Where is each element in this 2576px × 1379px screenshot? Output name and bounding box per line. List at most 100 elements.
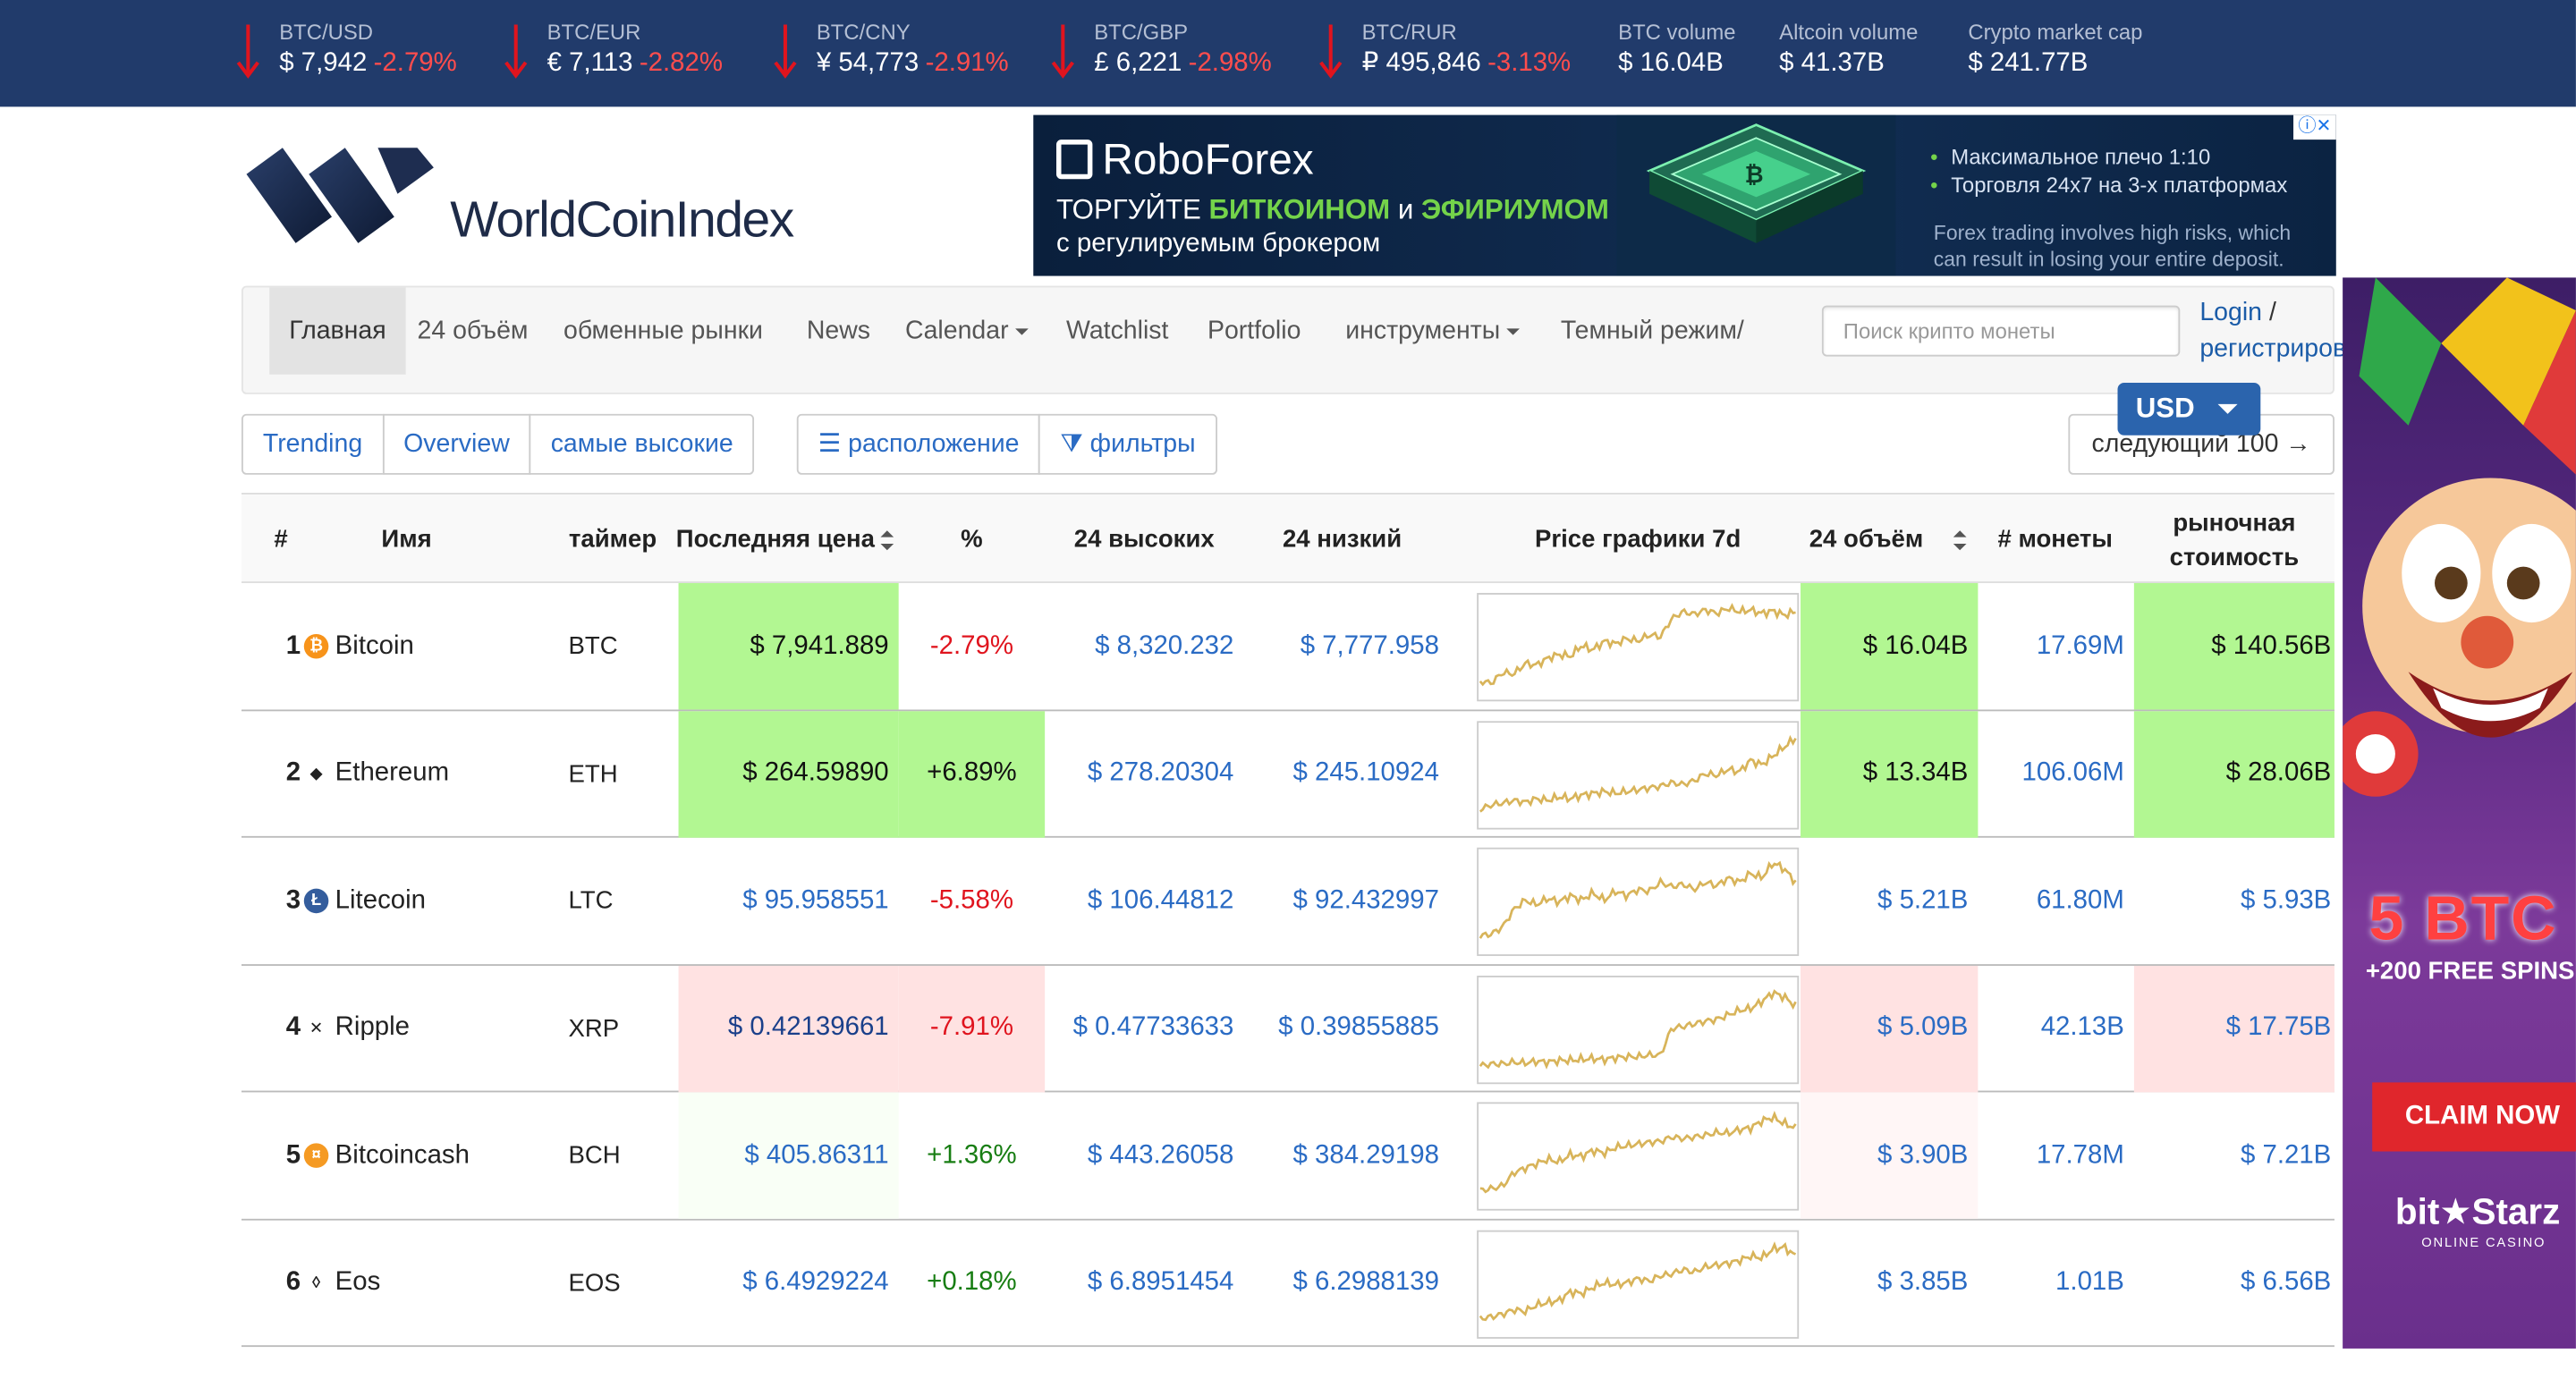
col-low[interactable]: 24 низкий — [1243, 495, 1440, 585]
row-name[interactable]: ✕ Ripple — [301, 965, 547, 1091]
tab-highest[interactable]: самые высокие — [529, 413, 755, 475]
nav-portfolio[interactable]: Portfolio — [1208, 314, 1301, 373]
table-row[interactable]: 2 ◆ Ethereum ETH $ 264.59890 +6.89% $ 278.2030… — [241, 710, 2334, 838]
bitstarz-side-ad[interactable]: 5 BTC +200 FREE SPINS CLAIM NOW bit★Star… — [2343, 277, 2576, 1349]
ticker-price: $ 7,942 — [279, 49, 368, 78]
row-low[interactable]: $ 7,777.958 — [1243, 583, 1449, 709]
row-price[interactable]: $ 264.59890 — [678, 710, 899, 837]
sort-icon — [1953, 529, 1967, 550]
sparkline-line — [1479, 603, 1796, 687]
row-price[interactable]: $ 0.42139661 — [678, 965, 899, 1092]
col-ticker[interactable]: таймер — [558, 495, 666, 585]
row-price[interactable]: $ 405.86311 — [678, 1092, 899, 1219]
mcap-value: $ 140.56B — [2211, 631, 2332, 660]
row-name[interactable]: ¤ Bitcoincash — [301, 1092, 547, 1218]
currency-select[interactable]: USD — [2117, 382, 2261, 436]
row-price[interactable]: $ 95.958551 — [679, 838, 899, 964]
sparkline-chart[interactable] — [1477, 720, 1800, 829]
table-row[interactable]: 4 ✕ Ripple XRP $ 0.42139661 -7.91% $ 0.4773363… — [241, 965, 2334, 1093]
col-market-cap[interactable]: рыночная стоимость — [2134, 495, 2334, 585]
filters-label: фильтры — [1089, 430, 1196, 459]
table-row[interactable]: 3 Ł Litecoin LTC $ 95.958551 -5.58% $ 106.4481… — [241, 838, 2334, 966]
row-high[interactable]: $ 106.44812 — [1045, 838, 1243, 964]
col-volume[interactable]: 24 объём — [1799, 495, 1976, 585]
row-low[interactable]: $ 6.2988139 — [1243, 1220, 1449, 1346]
row-name[interactable]: ₿ Bitcoin — [301, 583, 547, 709]
ad-choices-icon[interactable]: ⓘ✕ — [2293, 114, 2336, 140]
tab-overview[interactable]: Overview — [382, 413, 531, 475]
row-high[interactable]: $ 0.47733633 — [1045, 965, 1243, 1091]
col-name[interactable]: Имя — [320, 495, 493, 585]
filters-button[interactable]: ⧩ фильтры — [1038, 413, 1217, 475]
nav-news[interactable]: News — [807, 314, 870, 373]
row-name[interactable]: ◊ Eos — [301, 1220, 547, 1346]
arrow-down-icon — [1051, 24, 1074, 79]
row-market-cap[interactable]: $ 5.93B — [2134, 838, 2334, 964]
nav-dark-mode[interactable]: Темный режим/ — [1561, 314, 1744, 373]
ticker-item: BTC/CNY ¥ 54,773 -2.91% — [774, 20, 1009, 82]
row-volume[interactable]: $ 3.85B — [1801, 1220, 1978, 1346]
row-volume[interactable]: $ 3.90B — [1801, 1092, 1979, 1219]
sparkline-chart[interactable] — [1477, 1102, 1800, 1211]
row-price[interactable]: $ 7,941.889 — [678, 583, 899, 710]
row-market-cap[interactable]: $ 7.21B — [2134, 1092, 2334, 1218]
row-low[interactable]: $ 384.29198 — [1243, 1092, 1449, 1218]
login-link[interactable]: Login — [2199, 299, 2262, 326]
row-low[interactable]: $ 245.10924 — [1243, 710, 1449, 836]
row-market-cap[interactable]: $ 140.56B — [2133, 583, 2334, 710]
caret-down-icon — [1506, 328, 1521, 335]
nav-home[interactable]: Главная — [269, 287, 406, 375]
row-high[interactable]: $ 443.26058 — [1045, 1092, 1243, 1218]
rank-value: 1 — [285, 631, 301, 660]
row-high[interactable]: $ 278.20304 — [1045, 710, 1243, 836]
logo-mark-icon — [246, 148, 434, 243]
sparkline-chart[interactable] — [1477, 593, 1800, 702]
row-volume[interactable]: $ 5.21B — [1801, 838, 1978, 964]
row-high[interactable]: $ 6.8951454 — [1045, 1220, 1243, 1346]
row-market-cap[interactable]: $ 17.75B — [2133, 965, 2334, 1092]
sparkline-chart[interactable] — [1477, 975, 1800, 1084]
row-high[interactable]: $ 8,320.232 — [1045, 583, 1243, 709]
layout-button[interactable]: ☰ расположение — [796, 413, 1041, 475]
col-percent[interactable]: % — [899, 495, 1045, 585]
nav-watchlist[interactable]: Watchlist — [1066, 314, 1168, 373]
row-volume[interactable]: $ 16.04B — [1801, 583, 1979, 710]
row-market-cap[interactable]: $ 6.56B — [2134, 1220, 2334, 1346]
sparkline-chart[interactable] — [1477, 847, 1800, 956]
nav-tools[interactable]: инструменты — [1345, 314, 1521, 373]
svg-text:₿: ₿ — [1745, 162, 1764, 189]
coin-ticker: ETH — [568, 759, 618, 788]
col-coins[interactable]: # монеты — [1977, 495, 2134, 585]
claim-now-button[interactable]: CLAIM NOW — [2372, 1082, 2576, 1152]
nav-calendar[interactable]: Calendar — [905, 314, 1029, 373]
site-logo[interactable]: WorldCoinIndex — [246, 145, 838, 250]
col-high[interactable]: 24 высоких — [1045, 495, 1243, 585]
sparkline-chart[interactable] — [1477, 1229, 1800, 1338]
nav-volume[interactable]: 24 объём — [418, 314, 529, 373]
row-volume[interactable]: $ 5.09B — [1801, 965, 1979, 1092]
row-low[interactable]: $ 92.432997 — [1243, 838, 1449, 964]
table-row[interactable]: 6 ◊ Eos EOS $ 6.4929224 +0.18% $ 6.8951454 $ 6.… — [241, 1220, 2334, 1348]
col-rank[interactable]: # — [242, 495, 320, 585]
row-market-cap[interactable]: $ 28.06B — [2133, 710, 2334, 837]
roboforex-banner-ad[interactable]: RoboForex ТОРГУЙТЕ БИТКОИНОМ и ЭФИРИУМОМ… — [1033, 114, 2336, 276]
row-name[interactable]: Ł Litecoin — [301, 838, 547, 964]
ad-casino-brand: bit★Starz — [2394, 1190, 2561, 1232]
row-ticker: BTC — [568, 583, 666, 709]
row-rank: 4 — [242, 965, 301, 1091]
search-input[interactable] — [1843, 318, 2159, 343]
row-volume[interactable]: $ 13.34B — [1801, 710, 1979, 837]
row-name[interactable]: ◆ Ethereum — [301, 710, 547, 836]
row-low[interactable]: $ 0.39855885 — [1243, 965, 1449, 1091]
table-body: 1 ₿ Bitcoin BTC $ 7,941.889 -2.79% $ 8,320.232… — [241, 583, 2334, 1348]
nav-exchanges[interactable]: обменные рынки — [564, 314, 763, 373]
col-price-label: Последняя цена — [675, 525, 876, 554]
table-row[interactable]: 5 ¤ Bitcoincash BCH $ 405.86311 +1.36% $ 443.2… — [241, 1092, 2334, 1220]
rank-value: 3 — [285, 885, 301, 915]
table-row[interactable]: 1 ₿ Bitcoin BTC $ 7,941.889 -2.79% $ 8,320.232… — [241, 583, 2334, 711]
col-price[interactable]: Последняя цена — [672, 495, 898, 585]
sparkline-svg — [1479, 733, 1797, 812]
row-price[interactable]: $ 6.4929224 — [679, 1220, 899, 1346]
col-mcap-line2: стоимость — [2169, 543, 2300, 571]
tab-trending[interactable]: Trending — [241, 413, 385, 475]
